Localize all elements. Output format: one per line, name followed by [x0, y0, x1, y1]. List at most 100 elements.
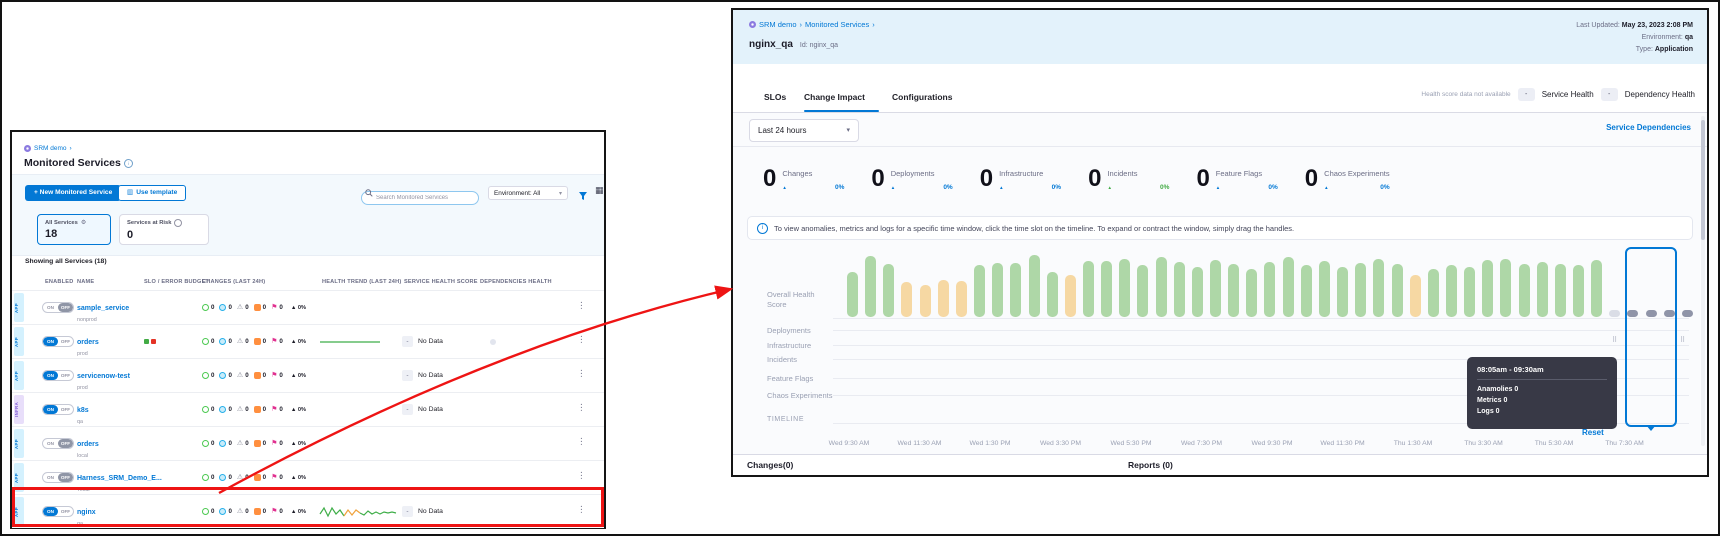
timeline-tick[interactable]: Wed 9:30 PM [1251, 440, 1292, 447]
health-bar[interactable] [1446, 265, 1457, 317]
health-bar[interactable] [1029, 255, 1040, 317]
health-bar[interactable] [1119, 259, 1130, 317]
tab-slos[interactable]: SLOs [764, 92, 786, 102]
health-bar[interactable] [1319, 261, 1330, 317]
service-name-link[interactable]: k8s [77, 407, 89, 414]
health-bar[interactable] [1192, 267, 1203, 317]
health-bar[interactable] [1101, 261, 1112, 317]
health-bar[interactable] [883, 264, 894, 317]
service-name-link[interactable]: orders [77, 441, 99, 448]
health-bar[interactable] [1264, 262, 1275, 317]
timeline-tick[interactable]: Wed 11:30 PM [1320, 440, 1364, 447]
selection-right-handle[interactable]: ⠿ [1680, 336, 1685, 344]
health-bar[interactable] [1428, 269, 1439, 317]
enabled-toggle[interactable]: ONOFF [42, 370, 74, 381]
timeline-tick[interactable]: Wed 7:30 PM [1181, 440, 1222, 447]
no-data-dash[interactable] [1609, 310, 1620, 317]
health-bar[interactable] [1228, 264, 1239, 317]
health-bar[interactable] [1573, 265, 1584, 317]
no-data-dash[interactable] [1682, 310, 1693, 317]
health-bar[interactable] [1392, 264, 1403, 317]
timeline-tick[interactable]: Wed 5:30 PM [1110, 440, 1151, 447]
environment-filter-select[interactable]: Environment: All▾ [488, 186, 568, 200]
service-row[interactable]: APP ONOFF orders prod 00⚠00⚑0▲ 0% -No Da… [12, 324, 604, 358]
service-row[interactable]: APP ONOFF servicenow-test prod 00⚠00⚑0▲ … [12, 358, 604, 392]
tab-configurations[interactable]: Configurations [892, 92, 952, 102]
health-bar[interactable] [1500, 259, 1511, 317]
time-range-select[interactable]: Last 24 hours▾ [749, 119, 859, 142]
enabled-toggle[interactable]: ONOFF [42, 336, 74, 347]
row-menu-icon[interactable]: ⋮ [577, 436, 586, 447]
breadcrumb[interactable]: SRM demo › [24, 145, 72, 152]
all-services-card[interactable]: All Services ⚙ 18 [37, 214, 111, 245]
service-name-link[interactable]: sample_service [77, 305, 129, 312]
health-bar[interactable] [1555, 264, 1566, 317]
timeline-tick[interactable]: Wed 1:30 PM [969, 440, 1010, 447]
search-input[interactable] [361, 191, 479, 205]
health-bar[interactable] [1519, 264, 1530, 317]
grid-view-icon[interactable]: ▦ [595, 185, 604, 196]
breadcrumb[interactable]: SRM demo › Monitored Services › [749, 20, 875, 29]
timeline-tick[interactable]: Thu 5:30 AM [1535, 440, 1574, 447]
info-icon[interactable]: i [124, 159, 133, 168]
health-bar[interactable] [1537, 262, 1548, 317]
timeline-tick[interactable]: Wed 9:30 AM [829, 440, 870, 447]
health-bar[interactable] [1137, 265, 1148, 317]
health-bar[interactable] [1410, 275, 1421, 317]
service-name-link[interactable]: orders [77, 339, 99, 346]
health-bar[interactable] [938, 280, 949, 317]
health-bar[interactable] [956, 281, 967, 317]
use-template-button[interactable]: ▥ Use template [118, 185, 186, 201]
breadcrumb-item[interactable]: Monitored Services [805, 20, 869, 29]
health-bar[interactable] [974, 265, 985, 317]
health-bar[interactable] [1301, 265, 1312, 317]
timeline-tick[interactable]: Thu 7:30 AM [1605, 440, 1644, 447]
timeline-tick[interactable]: Wed 11:30 AM [898, 440, 942, 447]
enabled-toggle[interactable]: ONOFF [42, 404, 74, 415]
timeline-tick[interactable]: Wed 3:30 PM [1040, 440, 1081, 447]
health-bar[interactable] [1083, 261, 1094, 317]
health-bar[interactable] [901, 282, 912, 317]
health-bar[interactable] [1591, 260, 1602, 317]
service-dependencies-link[interactable]: Service Dependencies [1606, 123, 1691, 132]
enabled-toggle[interactable]: ONOFF [42, 438, 74, 449]
breadcrumb-item[interactable]: SRM demo [759, 20, 797, 29]
health-bar[interactable] [1210, 260, 1221, 317]
footer-tab-changes[interactable]: Changes(0) [747, 460, 793, 470]
health-bar[interactable] [1065, 275, 1076, 317]
service-name-link[interactable]: Harness_SRM_Demo_E... [77, 475, 162, 482]
timeline-tick[interactable]: Thu 3:30 AM [1464, 440, 1503, 447]
row-menu-icon[interactable]: ⋮ [577, 470, 586, 481]
health-bar[interactable] [1010, 263, 1021, 317]
health-bar[interactable] [1283, 257, 1294, 317]
services-at-risk-card[interactable]: Services at Risk 0 [119, 214, 209, 245]
filter-icon[interactable] [578, 188, 588, 206]
enabled-toggle[interactable]: ONOFF [42, 302, 74, 313]
health-bar[interactable] [847, 272, 858, 317]
breadcrumb-module[interactable]: SRM demo [34, 145, 67, 152]
row-menu-icon[interactable]: ⋮ [577, 300, 586, 311]
service-name-link[interactable]: servicenow-test [77, 373, 130, 380]
row-menu-icon[interactable]: ⋮ [577, 368, 586, 379]
health-bar[interactable] [1174, 262, 1185, 317]
selection-left-handle[interactable]: ⠿ [1612, 336, 1617, 344]
service-row[interactable]: APP ONOFF sample_service nonprod 00⚠00⚑0… [12, 290, 604, 324]
health-bar[interactable] [1464, 267, 1475, 317]
health-bar[interactable] [992, 263, 1003, 317]
service-row[interactable]: APP ONOFF orders local 00⚠00⚑0▲ 0% ⋮ [12, 426, 604, 460]
health-bar[interactable] [1337, 267, 1348, 317]
tab-change-impact[interactable]: Change Impact [804, 92, 865, 102]
row-menu-icon[interactable]: ⋮ [577, 402, 586, 413]
health-bar[interactable] [1482, 260, 1493, 317]
time-window-selection[interactable] [1625, 247, 1677, 427]
timeline-tick[interactable]: Thu 1:30 AM [1394, 440, 1433, 447]
health-bar[interactable] [1047, 272, 1058, 317]
scrollbar-thumb[interactable] [1701, 120, 1705, 240]
health-bar[interactable] [920, 285, 931, 317]
health-bar[interactable] [1156, 257, 1167, 317]
health-bar[interactable] [1246, 269, 1257, 317]
health-bar[interactable] [1373, 259, 1384, 317]
footer-tab-reports[interactable]: Reports (0) [1128, 460, 1173, 470]
health-bar[interactable] [1355, 263, 1366, 317]
reset-link[interactable]: Reset [1582, 428, 1604, 437]
